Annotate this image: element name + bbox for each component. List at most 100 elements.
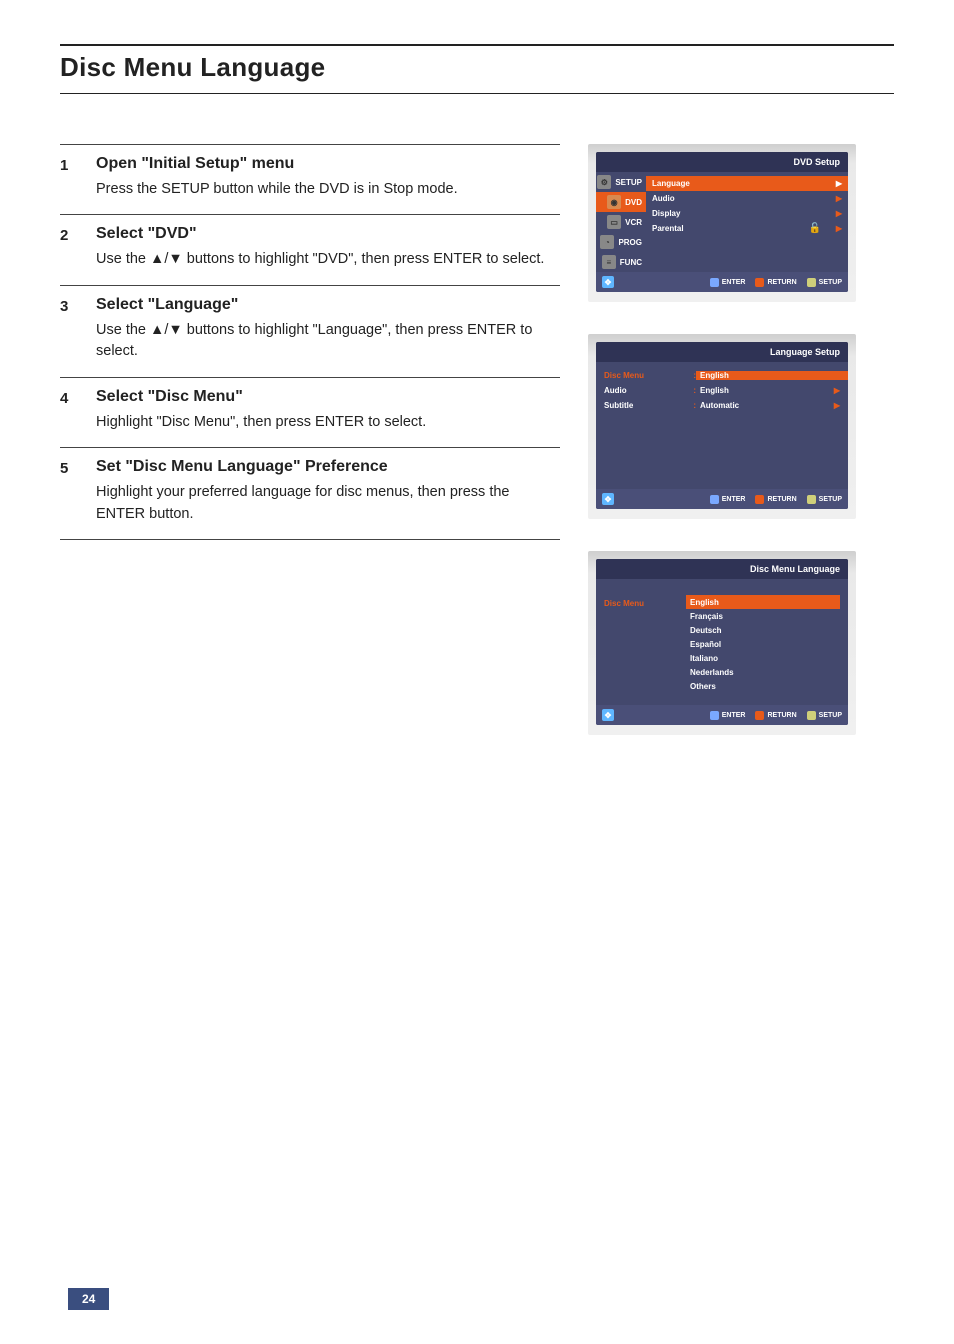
osd-options-list: English Français Deutsch Español Italian… — [686, 595, 840, 693]
step-1: 1 Open "Initial Setup" menu Press the SE… — [60, 144, 560, 215]
osd-window: Disc Menu Language Disc Menu English Fra… — [596, 559, 848, 725]
step-number: 5 — [60, 458, 96, 525]
page-title: Disc Menu Language — [60, 52, 894, 83]
osd-title: Disc Menu Language — [596, 559, 848, 579]
footer-setup-label: SETUP — [819, 279, 842, 286]
row-value: English — [700, 386, 830, 395]
screenshot-language-setup: Language Setup Disc Menu : English ▶ Aud… — [588, 334, 856, 519]
osd-item-display[interactable]: Display ▶ — [652, 206, 842, 221]
spacer — [652, 236, 842, 256]
return-badge-icon — [755, 711, 764, 720]
nav-prog[interactable]: ◔PROG — [596, 232, 646, 252]
nav-setup[interactable]: ⚙SETUP — [596, 172, 646, 192]
nav-label: DVD — [625, 198, 642, 207]
bars-icon: ≡ — [602, 255, 616, 269]
chevron-right-icon: ▶ — [832, 224, 842, 233]
option-label: Italiano — [690, 654, 718, 663]
title-bar: Disc Menu Language — [60, 44, 894, 94]
footer-return: RETURN — [755, 278, 796, 287]
osd-row-subtitle[interactable]: Subtitle : Automatic ▶ — [604, 398, 840, 413]
row-value: Automatic — [700, 401, 830, 410]
step-desc: Use the ▲/▼ buttons to highlight "Langua… — [96, 320, 560, 363]
return-badge-icon — [755, 495, 764, 504]
step-body: Select "Language" Use the ▲/▼ buttons to… — [96, 296, 560, 363]
enter-badge-icon — [710, 278, 719, 287]
item-label: Audio — [652, 194, 798, 203]
option-label: English — [690, 598, 719, 607]
footer-setup-label: SETUP — [819, 712, 842, 719]
footer-setup: SETUP — [807, 495, 842, 504]
colon: : — [660, 401, 700, 410]
row-label: Subtitle — [604, 401, 660, 410]
row-label: Disc Menu — [604, 371, 660, 380]
nav-label: VCR — [625, 218, 642, 227]
osd-item-audio[interactable]: Audio ▶ — [652, 191, 842, 206]
option-nederlands[interactable]: Nederlands — [686, 665, 840, 679]
option-italiano[interactable]: Italiano — [686, 651, 840, 665]
step-body: Select "DVD" Use the ▲/▼ buttons to high… — [96, 225, 560, 270]
osd-body: ⚙SETUP ◉ DVD ▭ VCR ◔PROG ≡ FUNC Language ▶ — [596, 172, 848, 272]
manual-page: Disc Menu Language 1 Open "Initial Setup… — [0, 0, 954, 1344]
chevron-right-icon: ▶ — [832, 209, 842, 218]
option-label: Español — [690, 640, 721, 649]
step-heading: Select "Disc Menu" — [96, 388, 560, 406]
gear-icon: ⚙ — [597, 175, 611, 189]
step-body: Open "Initial Setup" menu Press the SETU… — [96, 155, 560, 200]
osd-item-list: Language ▶ Audio ▶ Display — [646, 172, 848, 272]
step-3: 3 Select "Language" Use the ▲/▼ buttons … — [60, 286, 560, 378]
step-2: 2 Select "DVD" Use the ▲/▼ buttons to hi… — [60, 215, 560, 285]
step-heading: Select "Language" — [96, 296, 560, 314]
colon: : — [660, 386, 700, 395]
step-5: 5 Set "Disc Menu Language" Preference Hi… — [60, 448, 560, 540]
item-label: Language — [652, 179, 798, 188]
step-number: 4 — [60, 388, 96, 433]
step-body: Set "Disc Menu Language" Preference High… — [96, 458, 560, 525]
step-desc: Highlight "Disc Menu", then press ENTER … — [96, 412, 560, 433]
osd-row-disc-menu[interactable]: Disc Menu : English ▶ — [604, 368, 840, 383]
footer-enter: ENTER — [710, 495, 746, 504]
step-4: 4 Select "Disc Menu" Highlight "Disc Men… — [60, 378, 560, 448]
option-deutsch[interactable]: Deutsch — [686, 623, 840, 637]
screenshot-dvd-setup: DVD Setup ⚙SETUP ◉DVD ▭VCR ◔PROG ≡FUNC L… — [588, 144, 856, 302]
step-number: 2 — [60, 225, 96, 270]
move-icon: ✥ — [602, 276, 614, 288]
option-francais[interactable]: Français — [686, 609, 840, 623]
option-label: Others — [690, 682, 716, 691]
osd-row-audio[interactable]: Audio : English ▶ — [604, 383, 840, 398]
enter-badge-icon — [710, 495, 719, 504]
footer-return-label: RETURN — [767, 496, 796, 503]
nav-dvd[interactable]: ◉ DVD — [596, 192, 646, 212]
step-number: 3 — [60, 296, 96, 363]
osd-item-language[interactable]: Language ▶ — [646, 176, 848, 191]
osd-window: Language Setup Disc Menu : English ▶ Aud… — [596, 342, 848, 509]
option-espanol[interactable]: Español — [686, 637, 840, 651]
footer-enter: ENTER — [710, 711, 746, 720]
footer-return: RETURN — [755, 711, 796, 720]
step-body: Select "Disc Menu" Highlight "Disc Menu"… — [96, 388, 560, 433]
left-label: Disc Menu — [604, 599, 686, 608]
step-heading: Select "DVD" — [96, 225, 560, 243]
nav-vcr[interactable]: ▭ VCR — [596, 212, 646, 232]
enter-badge-icon — [710, 711, 719, 720]
row-value: English — [696, 371, 848, 380]
option-others[interactable]: Others — [686, 679, 840, 693]
option-label: Nederlands — [690, 668, 734, 677]
osd-title: DVD Setup — [596, 152, 848, 172]
disc-icon: ◉ — [607, 195, 621, 209]
option-label: Français — [690, 612, 723, 621]
step-desc: Use the ▲/▼ buttons to highlight "DVD", … — [96, 249, 560, 270]
footer-setup-label: SETUP — [819, 496, 842, 503]
tape-icon: ▭ — [607, 215, 621, 229]
spacer — [604, 413, 840, 467]
footer-enter: ENTER — [710, 278, 746, 287]
osd-footer: ✥ ENTER RETURN SETUP — [596, 489, 848, 509]
row-label: Audio — [604, 386, 660, 395]
colon: : — [660, 371, 700, 380]
osd-footer: ✥ ENTER RETURN SETUP — [596, 705, 848, 725]
option-english[interactable]: English — [686, 595, 840, 609]
osd-item-parental[interactable]: Parental 🔓 ▶ — [652, 221, 842, 236]
setup-badge-icon — [807, 495, 816, 504]
screenshot-disc-menu-language: Disc Menu Language Disc Menu English Fra… — [588, 551, 856, 735]
nav-func[interactable]: ≡ FUNC — [596, 252, 646, 272]
nav-label: FUNC — [620, 258, 642, 267]
